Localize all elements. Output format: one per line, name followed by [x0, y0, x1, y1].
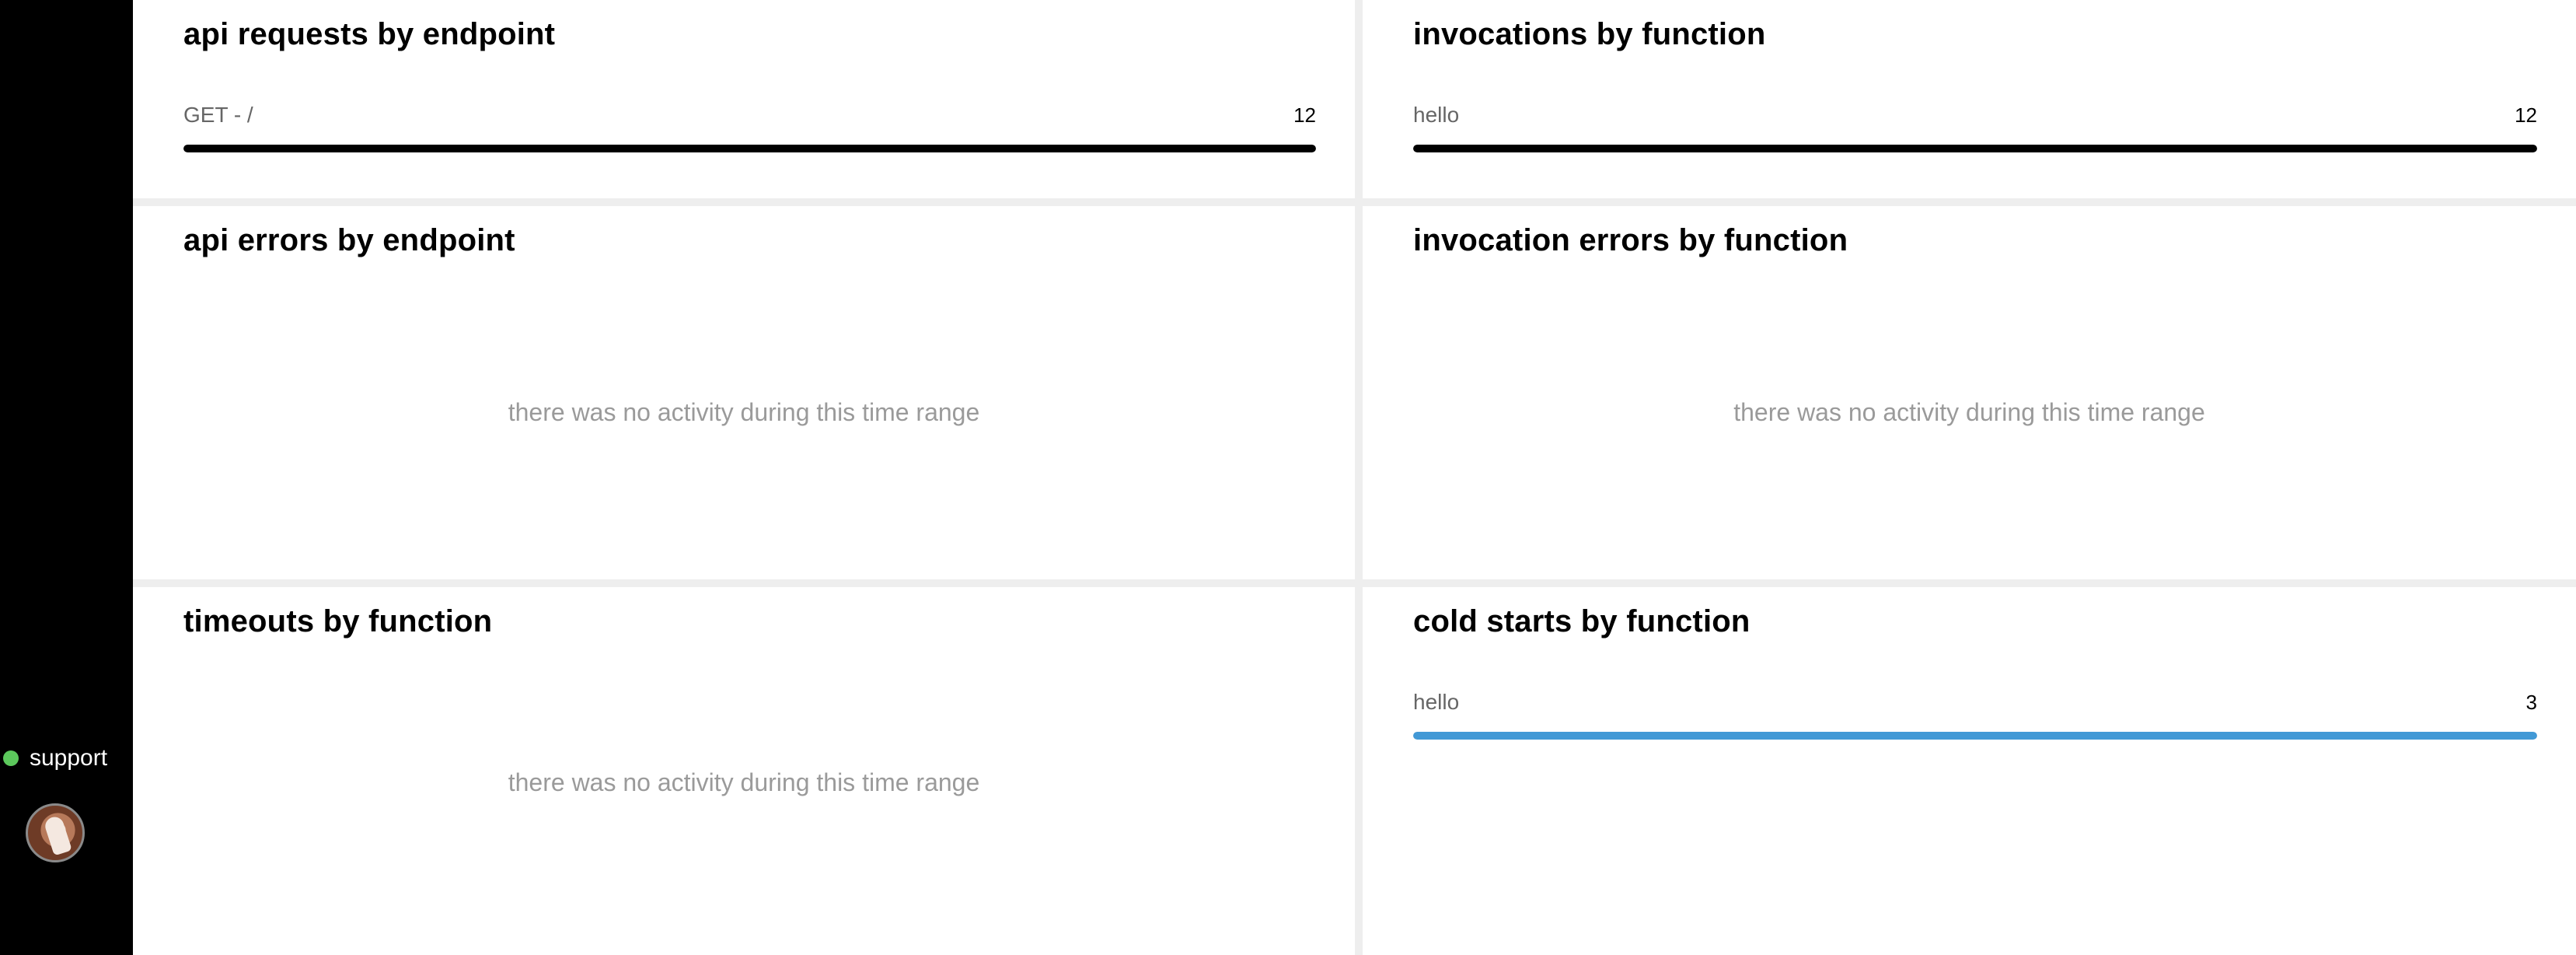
count-value: 12 — [2515, 103, 2537, 127]
invocation-errors-panel: invocation errors by function there was … — [1363, 206, 2576, 579]
empty-state-message: there was no activity during this time r… — [1733, 397, 2205, 426]
avatar-image — [43, 814, 72, 856]
list-item[interactable]: hello 3 — [1413, 690, 2537, 740]
function-label: hello — [1413, 690, 1460, 714]
progress-bar — [1413, 732, 2537, 740]
count-value: 12 — [1293, 103, 1316, 127]
endpoint-label: GET - / — [183, 103, 253, 127]
progress-bar-fill — [183, 145, 1316, 152]
empty-state-message: there was no activity during this time r… — [508, 768, 980, 796]
progress-bar-fill — [1413, 145, 2537, 152]
api-errors-panel: api errors by endpoint there was no acti… — [133, 206, 1355, 579]
invocations-panel: invocations by function hello 12 — [1363, 0, 2576, 198]
online-status-dot — [3, 750, 19, 766]
timeouts-panel: timeouts by function there was no activi… — [133, 587, 1355, 955]
support-label: support — [30, 745, 108, 771]
function-label: hello — [1413, 103, 1460, 127]
api-requests-panel: api requests by endpoint GET - / 12 — [133, 0, 1355, 198]
avatar[interactable] — [26, 803, 85, 862]
cold-starts-panel: cold starts by function hello 3 — [1363, 587, 2576, 955]
empty-state-message: there was no activity during this time r… — [508, 397, 980, 426]
progress-bar-fill — [1413, 732, 2537, 740]
support-link[interactable]: support — [3, 745, 107, 771]
progress-bar — [183, 145, 1316, 152]
panel-title: invocations by function — [1413, 17, 1766, 51]
list-item[interactable]: GET - / 12 — [183, 103, 1316, 152]
list-item[interactable]: hello 12 — [1413, 103, 2537, 152]
panel-title: cold starts by function — [1413, 604, 1750, 638]
panel-title: api requests by endpoint — [183, 17, 556, 51]
progress-bar — [1413, 145, 2537, 152]
sidebar: support — [0, 0, 133, 955]
count-value: 3 — [2525, 691, 2537, 714]
